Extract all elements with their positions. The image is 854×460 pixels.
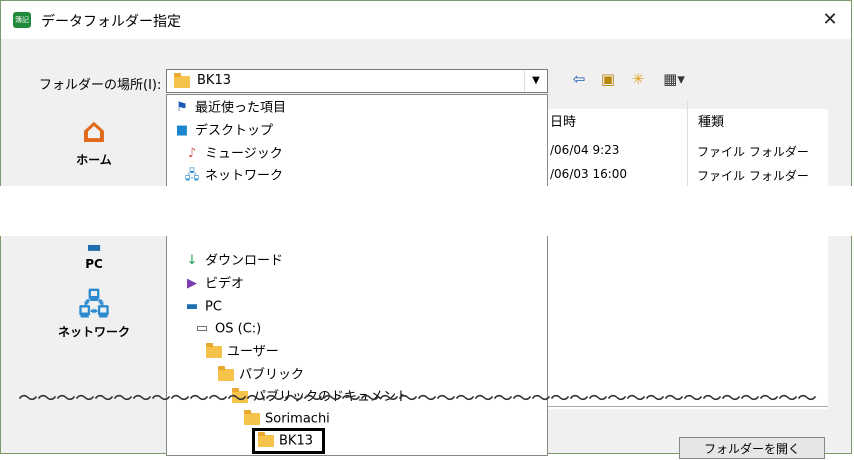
sidebar-pc-label: PC — [85, 257, 103, 271]
chevron-down-icon[interactable]: ▼ — [524, 70, 547, 92]
folder-icon — [174, 73, 190, 88]
dropdown-label: デスクトップ — [195, 123, 274, 139]
dropdown-label: ミュージック — [205, 146, 283, 162]
location-combobox[interactable]: BK13 ▼ — [166, 69, 548, 93]
app-icon: 簿記 — [13, 12, 31, 28]
dropdown-label: ネットワーク — [205, 168, 284, 184]
pc-icon: ▬ — [86, 237, 102, 256]
title-bar: 簿記 データフォルダー指定 ✕ — [1, 1, 851, 39]
column-divider — [687, 101, 688, 191]
location-value: BK13 — [197, 73, 231, 88]
dropdown-item-users[interactable]: ユーザー — [205, 342, 279, 362]
dropdown-label: ダウンロード — [205, 253, 284, 269]
dropdown-item-sorimachi[interactable]: Sorimachi — [243, 409, 330, 429]
column-header-type[interactable]: 種類 — [698, 111, 724, 130]
dropdown-item-pc[interactable]: ▬ PC — [183, 297, 222, 317]
dropdown-label: OS (C:) — [215, 321, 262, 337]
folder-icon — [243, 409, 261, 429]
break-wave: 〜〜〜〜〜〜〜〜〜〜〜〜〜〜〜〜〜〜〜〜〜〜〜〜〜〜〜〜〜〜〜〜〜〜〜〜〜〜〜〜… — [18, 386, 817, 410]
dialog-title: データフォルダー指定 — [41, 14, 181, 30]
view-menu-icon[interactable]: ▦▾ — [657, 69, 691, 89]
dropdown-item-downloads[interactable]: ↓ ダウンロード — [183, 251, 283, 271]
selection-highlight — [252, 428, 325, 454]
dropdown-label: ユーザー — [227, 344, 279, 360]
folder-icon — [205, 342, 223, 362]
dropdown-label: ビデオ — [205, 276, 245, 292]
sidebar-network-label: ネットワーク — [57, 325, 130, 339]
dropdown-item-desktop[interactable]: ■ デスクトップ — [173, 121, 273, 141]
screenshot-break: 〜〜〜〜〜〜〜〜〜〜〜〜〜〜〜〜〜〜〜〜〜〜〜〜〜〜〜〜〜〜〜〜〜〜〜〜〜〜〜〜… — [0, 186, 854, 410]
close-icon[interactable]: ✕ — [815, 6, 845, 34]
pc-icon: ▬ — [185, 299, 199, 314]
up-folder-icon[interactable]: ▣ — [597, 69, 619, 89]
sidebar-item-home[interactable]: ⌂ ホーム — [49, 111, 139, 168]
dropdown-item-os-drive[interactable]: ▭ OS (C:) — [193, 319, 261, 339]
row-type: ファイル フォルダー — [697, 169, 809, 183]
recent-icon: ⚑ — [176, 100, 188, 115]
home-icon: ⌂ — [81, 111, 107, 151]
column-header-date[interactable]: 日時 — [550, 111, 576, 130]
dropdown-label: PC — [205, 299, 222, 315]
dropdown-label: Sorimachi — [265, 411, 330, 427]
dropdown-item-videos[interactable]: ▶ ビデオ — [183, 274, 244, 294]
sidebar-home-label: ホーム — [76, 153, 112, 167]
dropdown-label: 最近使った項目 — [195, 100, 287, 116]
new-folder-icon[interactable]: ✳ — [627, 69, 649, 89]
location-label: フォルダーの場所(I): — [39, 78, 162, 93]
dropdown-item-network[interactable]: 🖧 ネットワーク — [183, 166, 283, 186]
row-date: /06/03 16:00 — [550, 167, 628, 181]
network-icon: 🖧 — [78, 288, 110, 321]
row-type: ファイル フォルダー — [697, 145, 809, 159]
network-icon: 🖧 — [184, 168, 200, 183]
music-icon: ♪ — [187, 146, 197, 161]
sidebar-item-network[interactable]: 🖧 ネットワーク — [49, 287, 139, 340]
back-arrow-icon[interactable]: ⇦ — [569, 69, 589, 89]
desktop-icon: ■ — [175, 123, 189, 138]
sidebar-item-pc[interactable]: ▬ PC — [49, 237, 139, 271]
video-icon: ▶ — [187, 276, 197, 291]
dropdown-label: パブリック — [239, 367, 305, 383]
row-date: /06/04 9:23 — [550, 143, 620, 157]
dropdown-item-recent[interactable]: ⚑ 最近使った項目 — [173, 98, 286, 118]
drive-icon: ▭ — [195, 321, 209, 336]
dropdown-item-music[interactable]: ♪ ミュージック — [183, 144, 283, 164]
download-icon: ↓ — [186, 253, 198, 268]
